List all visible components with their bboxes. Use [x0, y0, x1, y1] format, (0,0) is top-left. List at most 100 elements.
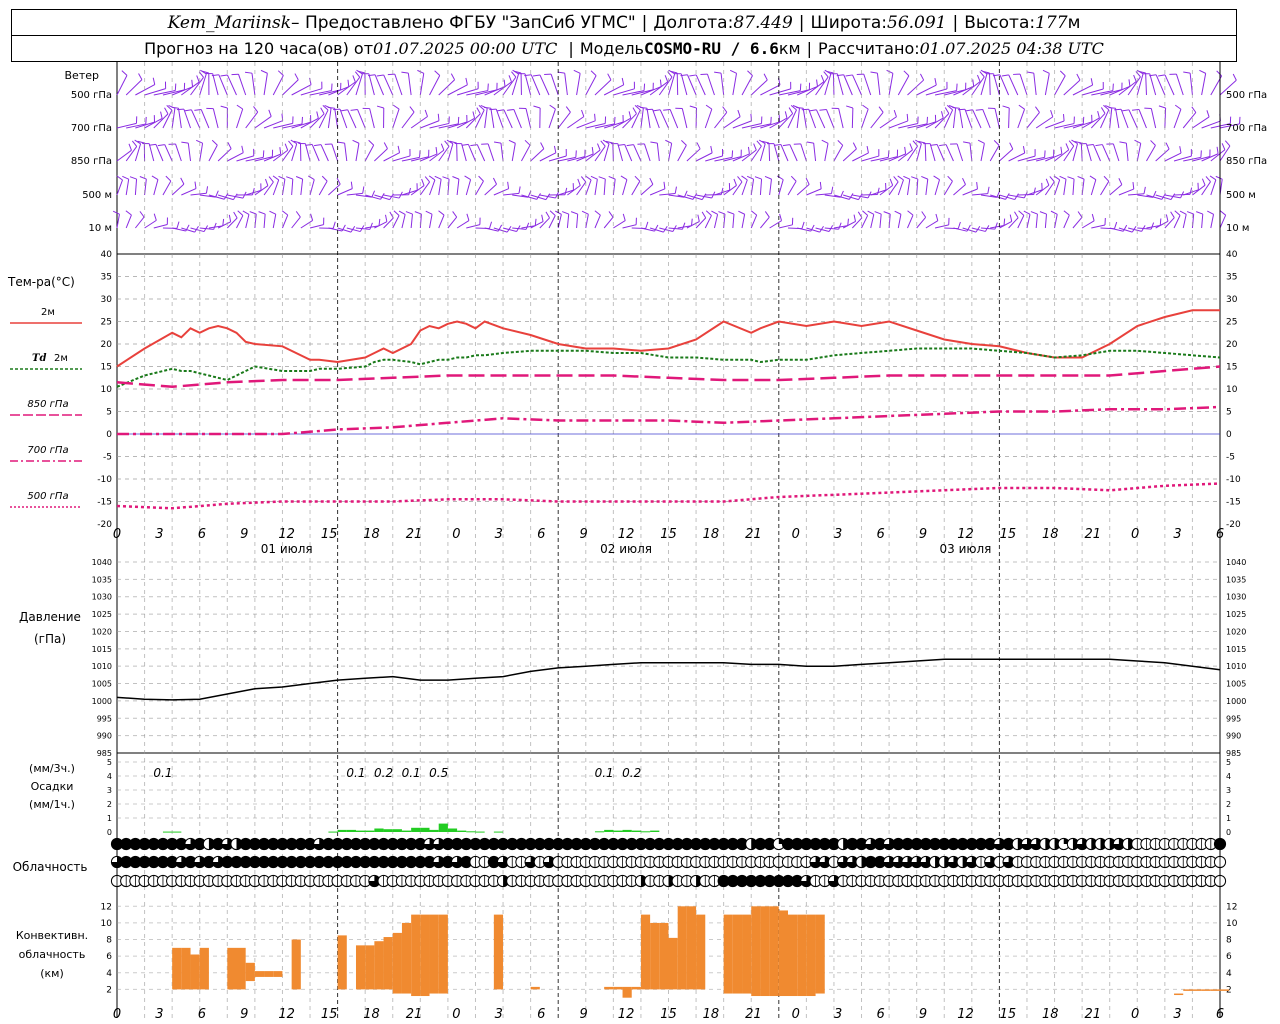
- hour-tick-label: 0: [113, 527, 121, 542]
- hour-tick-label-bottom: 21: [406, 1007, 423, 1022]
- wind-barb: [1164, 74, 1175, 96]
- wind-barb: [438, 179, 442, 196]
- wind-barb-flag: [1030, 211, 1038, 215]
- wind-barb: [116, 179, 123, 196]
- conv-cloud-bar: [245, 962, 255, 982]
- wind-barb-flag: [1150, 140, 1156, 146]
- hour-tick-label-bottom: 0: [792, 1007, 800, 1022]
- wind-barb-flag: [540, 142, 545, 149]
- wind-barb-flag: [653, 109, 661, 112]
- cloudiness-panel: [110, 837, 1227, 888]
- wind-barb: [603, 216, 614, 229]
- wind-barb-flag: [590, 70, 597, 76]
- wind-barb-flag: [215, 190, 219, 198]
- wind-barb-flag: [310, 213, 314, 221]
- wind-barb: [475, 180, 484, 196]
- wind-barb-flag: [424, 109, 428, 117]
- wind-barb-flag: [976, 181, 978, 190]
- wind-barb-flag: [729, 69, 737, 74]
- conv-cloud-bar: [291, 939, 301, 990]
- pressure-tick-label: 995: [97, 714, 112, 723]
- wind-barb-flag: [421, 178, 425, 186]
- conv-tick-label: 2: [106, 985, 112, 995]
- wind-barb-flag: [1224, 140, 1231, 147]
- wind-barb-flag: [354, 71, 361, 78]
- hour-tick-label-bottom: 18: [363, 1007, 380, 1022]
- wind-barb-flag: [286, 176, 293, 180]
- wind-barb: [392, 108, 400, 129]
- wind-barb-flag: [128, 143, 132, 151]
- wind-barb: [659, 193, 676, 196]
- wind-barb-flag: [368, 139, 375, 146]
- pressure-tick-label-right: 1015: [1226, 645, 1246, 654]
- conv-tick-label: 12: [101, 902, 112, 912]
- wind-barb-flag: [112, 210, 120, 215]
- wind-barb-flag: [753, 143, 757, 151]
- conv-cloud-bar: [411, 914, 421, 997]
- wind-barb-flag: [597, 143, 601, 151]
- conv-title-1: Конвективн.: [16, 929, 88, 942]
- precip-title: Осадки: [31, 780, 74, 793]
- wind-barb: [1120, 109, 1129, 129]
- wind-barb: [1210, 214, 1215, 229]
- wind-barb-flag: [1077, 175, 1085, 180]
- wind-barb-flag: [450, 73, 456, 81]
- wind-barb-flag: [314, 144, 322, 147]
- wind-barb-flag: [1114, 221, 1118, 229]
- wind-barb: [236, 215, 244, 229]
- wind-barb: [1109, 184, 1123, 196]
- wind-barb-flag: [253, 106, 259, 113]
- wind-barb: [750, 214, 758, 229]
- wind-barb-flag: [362, 186, 365, 194]
- wind-barb-flag: [1026, 71, 1034, 74]
- wind-barb: [870, 112, 884, 129]
- wind-barb-flag: [621, 77, 625, 85]
- conv-cloud-bar: [401, 922, 412, 994]
- wind-barb-flag: [1199, 69, 1206, 74]
- wind-barb: [1054, 179, 1061, 196]
- conv-cloud-bar: [1192, 989, 1202, 991]
- precip-bar: [622, 829, 632, 832]
- wind-barb-flag: [244, 71, 253, 74]
- wind-barb-flag: [1232, 73, 1237, 81]
- hour-tick-label: 3: [1173, 527, 1181, 542]
- wind-barb-flag: [1114, 108, 1122, 111]
- wind-barb: [778, 224, 793, 229]
- hour-tick-label: 12: [278, 527, 295, 542]
- wind-barb: [456, 179, 460, 196]
- wind-barb-flag: [465, 77, 468, 85]
- temp-tick-label: 0: [106, 430, 112, 440]
- wind-barb: [318, 180, 328, 196]
- wind-barb: [870, 214, 875, 229]
- wind-barb: [1017, 109, 1026, 129]
- conv-tick-label: 10: [101, 919, 113, 929]
- wind-barb-flag: [659, 79, 662, 87]
- wind-barb-flag: [1205, 176, 1211, 183]
- wind-level-label: 10 м: [89, 223, 112, 234]
- conv-cloud-bar: [172, 947, 182, 990]
- conv-cloud-bar: [429, 914, 439, 994]
- wind-barb: [429, 214, 433, 229]
- wind-barb: [879, 184, 893, 196]
- wind-barb-flag: [1090, 78, 1094, 86]
- wind-barb: [576, 181, 587, 196]
- wind-barb: [116, 75, 128, 96]
- wind-barb-flag: [337, 141, 345, 144]
- wind-barb: [1155, 74, 1166, 96]
- wind-barb-flag: [228, 214, 232, 222]
- wind-barb-flag: [1179, 146, 1182, 154]
- wind-barb: [585, 179, 592, 196]
- wind-barb-flag: [1060, 146, 1063, 154]
- wind-barb-flag: [846, 105, 854, 109]
- wind-barb: [622, 224, 637, 229]
- wind-barb: [191, 109, 201, 129]
- temp-tick-label: 10: [101, 385, 113, 395]
- wind-barb-flag: [532, 74, 541, 77]
- wind-barb-flag: [750, 210, 757, 216]
- temp-tick-label: 15: [101, 363, 112, 373]
- hour-tick-label: 12: [618, 527, 635, 542]
- conv-cloud-bar: [787, 914, 798, 997]
- conv-cloud-bar: [190, 954, 200, 990]
- wind-barb-flag: [376, 105, 384, 109]
- conv-cloud-bar: [1183, 989, 1193, 991]
